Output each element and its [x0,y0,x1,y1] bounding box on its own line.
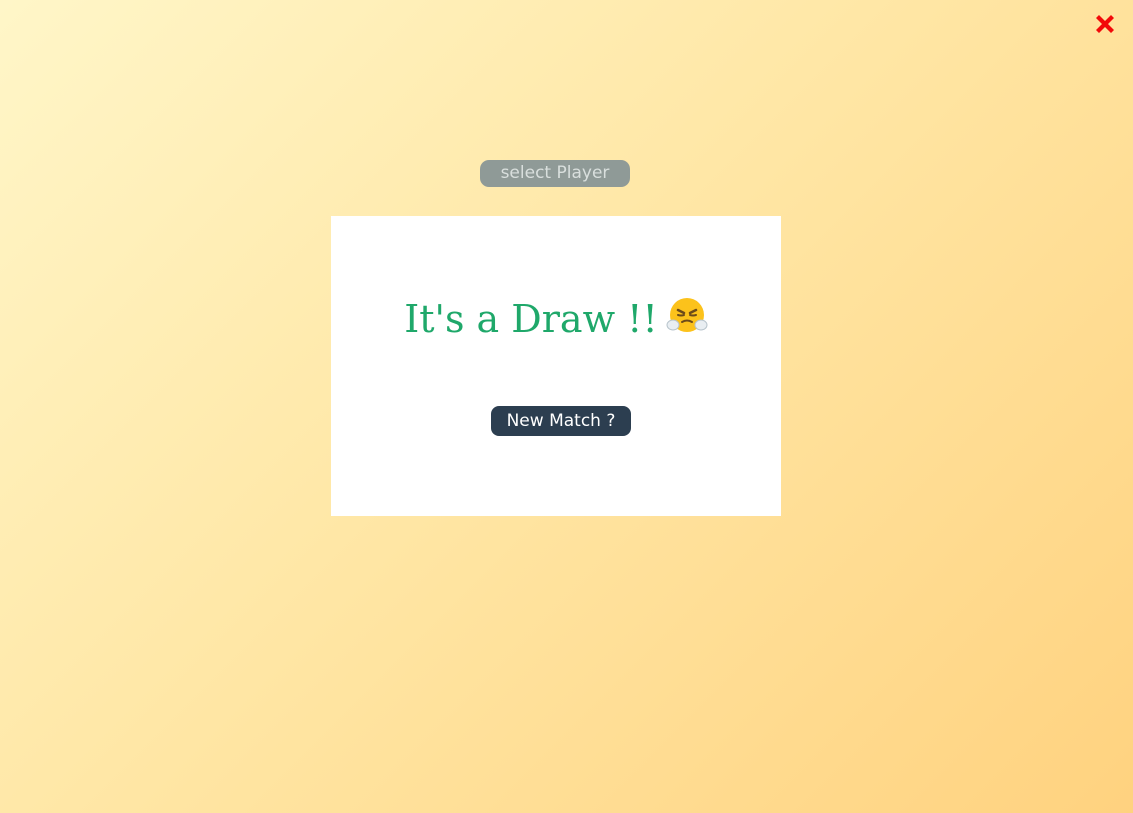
face-with-steam-from-nose-icon [666,294,708,345]
new-match-button[interactable]: New Match ? [491,406,631,436]
result-modal: It's a Draw !! New Match ? [331,216,781,516]
result-message: It's a Draw !! [404,297,658,341]
result-title: It's a Draw !! [331,294,781,345]
select-player-button[interactable]: select Player [480,160,630,187]
close-icon[interactable] [1091,10,1119,38]
